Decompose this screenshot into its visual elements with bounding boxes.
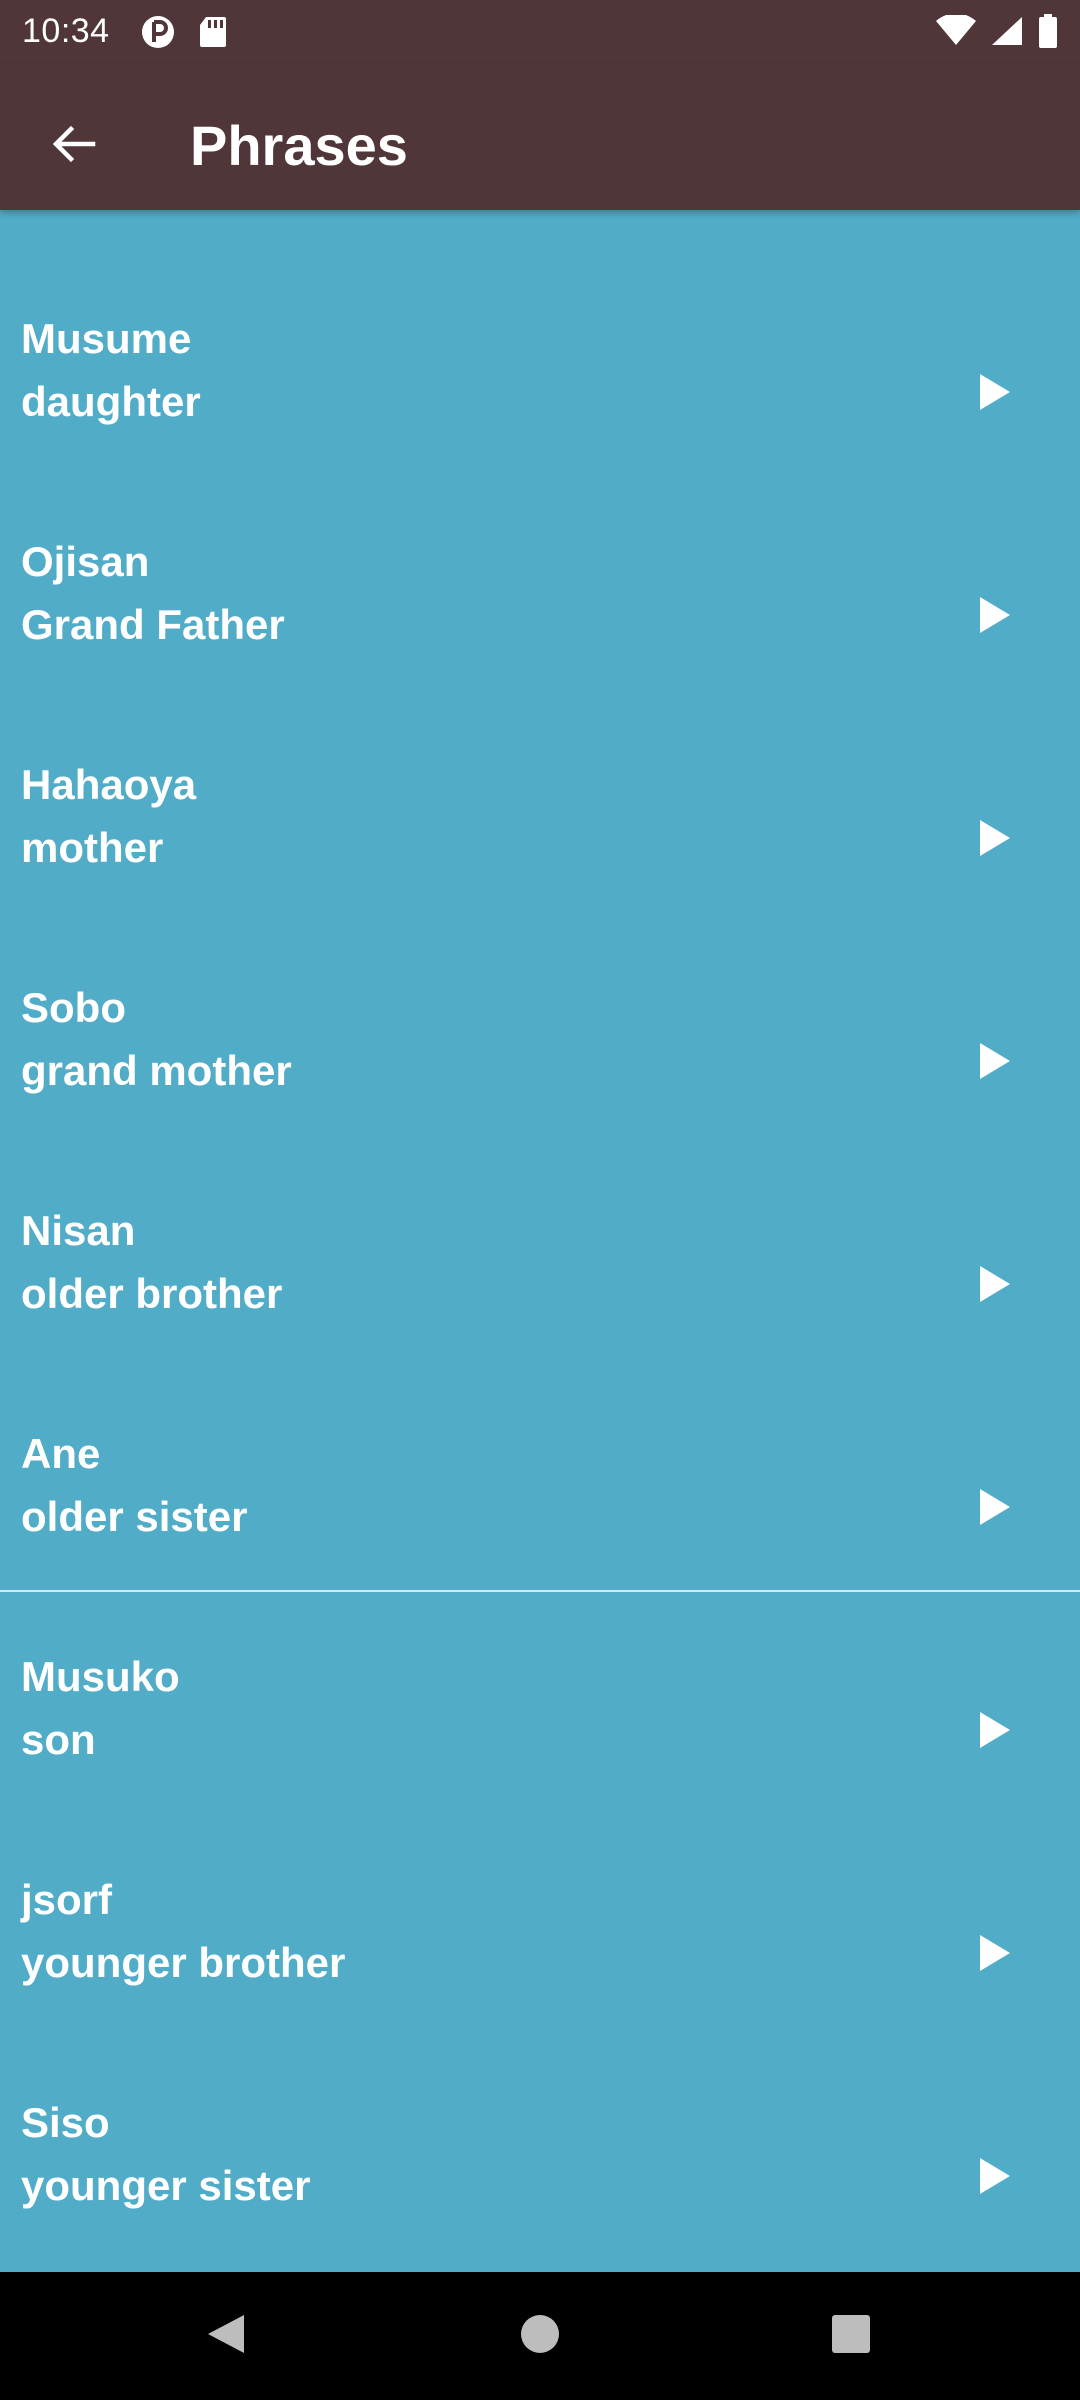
phrase-meaning: son [21, 1716, 96, 1763]
play-button[interactable] [955, 2138, 1035, 2218]
status-right-icons [936, 13, 1058, 53]
status-bar: 10:34 [0, 0, 1080, 63]
list-item[interactable]: Ojisan Grand Father [0, 433, 1080, 656]
list-item[interactable]: Musuko son [0, 1548, 1080, 1771]
phrase-word: Musuko [21, 1653, 180, 1700]
status-time: 10:34 [22, 12, 110, 50]
phrase-text: Hahaoya mother [21, 753, 196, 879]
phrase-text: Nisan older brother [21, 1199, 282, 1325]
nav-back-button[interactable] [186, 2296, 266, 2376]
arrow-back-icon [49, 120, 97, 173]
list-item[interactable]: Musume daughter [0, 210, 1080, 433]
list-item[interactable]: Siso younger sister [0, 1994, 1080, 2217]
play-icon [977, 1264, 1013, 1309]
nav-home-button[interactable] [500, 2296, 580, 2376]
phrase-word: Ojisan [21, 538, 150, 585]
phrase-text: Sobo grand mother [21, 976, 292, 1102]
app-bar: Phrases [0, 63, 1080, 210]
phrase-word: Ane [21, 1430, 101, 1477]
play-icon [977, 1041, 1013, 1086]
list-item[interactable]: Hahaoya mother [0, 656, 1080, 879]
system-nav-bar [0, 2272, 1080, 2400]
sd-card-icon [198, 15, 228, 54]
phrase-word: Musume [21, 315, 192, 362]
play-button[interactable] [955, 577, 1035, 657]
phrase-list: Musume daughter Ojisan Grand Father Haha… [0, 210, 1080, 2272]
phrase-text: jsorf younger brother [21, 1868, 345, 1994]
nav-back-icon [204, 2311, 248, 2362]
phrase-meaning: younger sister [21, 2162, 311, 2209]
list-item[interactable]: Nisan older brother [0, 1102, 1080, 1325]
play-button[interactable] [955, 1915, 1035, 1995]
play-button[interactable] [955, 1246, 1035, 1326]
phrase-word: Hahaoya [21, 761, 197, 808]
phrase-meaning: mother [21, 824, 164, 871]
play-icon [977, 595, 1013, 640]
nav-home-icon [520, 2314, 560, 2359]
phrase-meaning: daughter [21, 378, 201, 425]
play-button[interactable] [955, 1469, 1035, 1549]
wifi-icon [936, 13, 976, 52]
data-saver-icon [140, 14, 176, 55]
back-button[interactable] [28, 101, 118, 191]
signal-icon [990, 15, 1024, 52]
list-item[interactable]: Ane older sister [0, 1325, 1080, 1548]
nav-recents-button[interactable] [811, 2296, 891, 2376]
play-icon [977, 1933, 1013, 1978]
play-icon [977, 1487, 1013, 1532]
phrase-meaning: grand mother [21, 1047, 292, 1094]
list-item[interactable]: jsorf younger brother [0, 1771, 1080, 1994]
battery-icon [1038, 14, 1058, 53]
play-button[interactable] [955, 1023, 1035, 1103]
play-button[interactable] [955, 1692, 1035, 1772]
nav-recents-icon [831, 2314, 871, 2359]
phrase-text: Ane older sister [21, 1422, 247, 1548]
phrase-meaning: older sister [21, 1493, 248, 1540]
phrase-word: Nisan [21, 1207, 136, 1254]
phrase-meaning: Grand Father [21, 601, 285, 648]
phrase-word: jsorf [21, 1876, 113, 1923]
phrase-text: Musume daughter [21, 307, 201, 433]
play-button[interactable] [955, 800, 1035, 880]
play-icon [977, 372, 1013, 417]
play-icon [977, 818, 1013, 863]
status-left-icons [140, 14, 228, 55]
play-icon [977, 2156, 1013, 2201]
play-button[interactable] [955, 354, 1035, 434]
phrase-meaning: older brother [21, 1270, 283, 1317]
phrase-word: Sobo [21, 984, 126, 1031]
page-title: Phrases [190, 114, 408, 177]
phrase-text: Ojisan Grand Father [21, 530, 285, 656]
list-item[interactable]: Sobo grand mother [0, 879, 1080, 1102]
phrase-meaning: younger brother [21, 1939, 346, 1986]
phrase-text: Siso younger sister [21, 2091, 310, 2217]
phrase-text: Musuko son [21, 1645, 180, 1771]
play-icon [977, 1710, 1013, 1755]
phrase-word: Siso [21, 2099, 110, 2146]
